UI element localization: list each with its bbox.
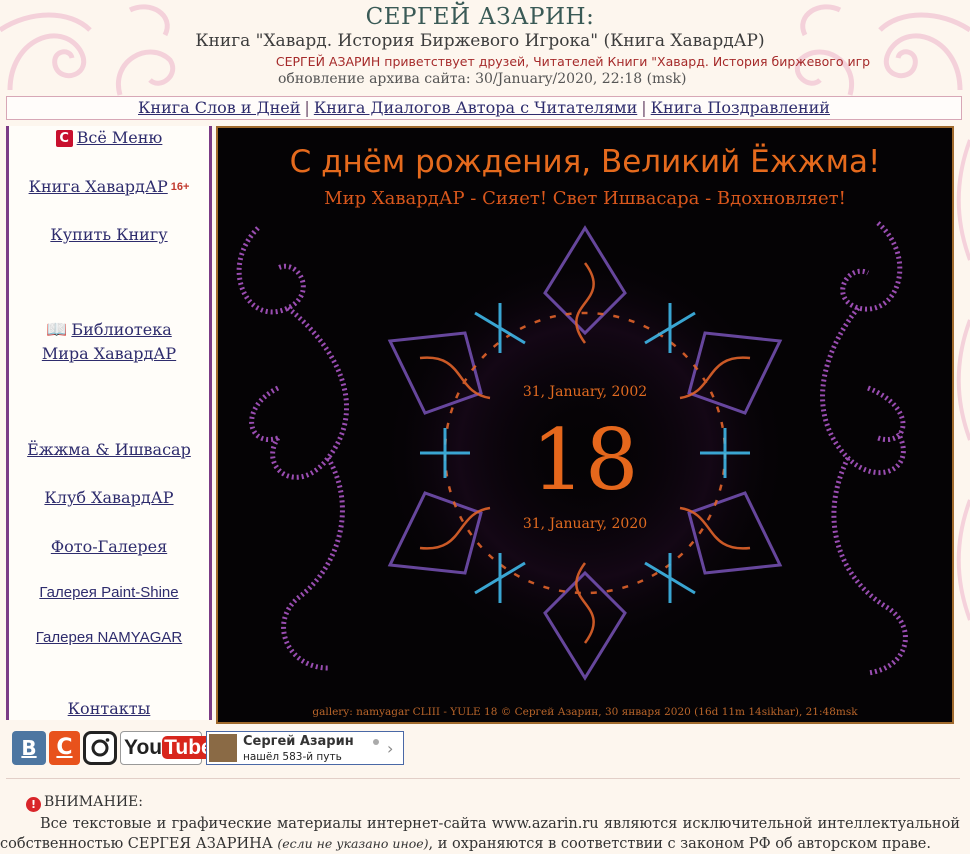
nav-separator: | bbox=[304, 98, 310, 117]
warning-icon: ! bbox=[26, 797, 41, 812]
sidebar-item-label: Библиотека bbox=[71, 320, 172, 339]
sidebar-item-namyagar[interactable]: Галерея NAMYAGAR bbox=[9, 626, 209, 650]
welcome-marquee-text: СЕРГЕЙ АЗАРИН приветствует друзей, Читат… bbox=[275, 54, 871, 69]
sidebar-item-photo-gallery[interactable]: Фото-Галерея bbox=[9, 535, 209, 559]
banner-subtitle: Мир ХавардАР - Сияет! Свет Ишвасара - Вд… bbox=[324, 188, 846, 209]
profile-name: Сергей Азарин bbox=[243, 734, 354, 749]
birthday-banner: С днём рождения, Великий Ёжжма! Мир Хава… bbox=[216, 126, 954, 724]
youtube-you-text: You bbox=[124, 736, 163, 759]
banner-title: С днём рождения, Великий Ёжжма! bbox=[289, 144, 881, 180]
top-navigation: Книга Слов и Дней | Книга Диалогов Автора … bbox=[6, 96, 962, 120]
open-book-icon: 📖 bbox=[46, 320, 68, 340]
sidebar-menu: С Всё Меню Книга ХавардАР 16+ Купить Книгу… bbox=[6, 126, 212, 720]
sidebar-item-club[interactable]: Клуб ХавардАР bbox=[9, 486, 209, 510]
site-subtitle: Книга "Хавард. История Биржевого Игрока"… bbox=[195, 31, 765, 51]
sidebar-item-library[interactable]: 📖 Библиотека Мира ХавардАР bbox=[9, 318, 209, 366]
sidebar-item-paint-shine[interactable]: Галерея Paint-Shine bbox=[9, 581, 209, 605]
warning-heading: ! ВНИМАНИЕ: bbox=[26, 794, 143, 812]
sidebar-item-ezhma[interactable]: Ёжжма & Ишвасар bbox=[9, 438, 209, 462]
c-site-button[interactable]: С bbox=[49, 731, 80, 765]
profile-status: нашёл 583-й путь bbox=[243, 751, 342, 763]
avatar bbox=[209, 734, 237, 762]
nav-link-words-and-days[interactable]: Книга Слов и Дней bbox=[138, 98, 300, 117]
sidebar-item-label: Мира ХавардАР bbox=[41, 344, 177, 363]
sidebar-item-contacts[interactable]: Контакты bbox=[9, 697, 209, 721]
sidebar-item-book[interactable]: Книга ХавардАР bbox=[29, 177, 168, 196]
sidebar-item-buy-book[interactable]: Купить Книгу bbox=[9, 223, 209, 247]
archive-update-text: обновление архива сайта: 30/January/2020… bbox=[278, 71, 687, 87]
online-dot-icon bbox=[373, 739, 379, 745]
vk-button[interactable]: В bbox=[12, 731, 46, 765]
banner-start-date: 31, January, 2002 bbox=[522, 384, 648, 400]
banner-anniversary-number: 18 bbox=[531, 411, 639, 509]
warning-heading-text: ВНИМАНИЕ: bbox=[44, 794, 143, 810]
nav-link-dialogues[interactable]: Книга Диалогов Автора с Читателями bbox=[314, 98, 637, 117]
youtube-button[interactable]: YouTube bbox=[120, 731, 215, 765]
sidebar-item-all-menu[interactable]: С Всё Меню bbox=[9, 126, 209, 150]
site-title: СЕРГЕЙ АЗАРИН: bbox=[365, 4, 595, 30]
welcome-marquee: СЕРГЕЙ АЗАРИН приветствует друзей, Читат… bbox=[264, 51, 882, 69]
nav-separator: | bbox=[641, 98, 647, 117]
age-rating-badge: 16+ bbox=[170, 181, 190, 193]
chevron-right-icon: › bbox=[387, 739, 394, 758]
youtube-icon: YouTube bbox=[124, 734, 215, 762]
nav-link-congratulations[interactable]: Книга Поздравлений bbox=[651, 98, 830, 117]
banner-end-date: 31, January, 2020 bbox=[522, 516, 648, 532]
c-logo-icon: С bbox=[55, 130, 73, 147]
instagram-button[interactable] bbox=[83, 731, 117, 765]
site-header: СЕРГЕЙ АЗАРИН: Книга "Хавард. История Би… bbox=[0, 0, 970, 96]
divider bbox=[6, 778, 960, 779]
banner-caption: gallery: namyagar CLIII - YULE 18 © Серг… bbox=[312, 706, 858, 718]
notice-note: (если не указано иное) bbox=[277, 836, 429, 851]
instagram-icon bbox=[91, 738, 110, 757]
sidebar-item-book-wrap: Книга ХавардАР 16+ bbox=[9, 175, 209, 199]
profile-widget[interactable]: Сергей Азарин нашёл 583-й путь › bbox=[206, 731, 404, 765]
notice-text-end: , и охраняются в соответствии с законом … bbox=[428, 836, 931, 852]
side-ornament-right bbox=[956, 139, 970, 621]
sidebar-item-label: Всё Меню bbox=[76, 128, 163, 147]
copyright-notice: Все текстовые и графические материалы ин… bbox=[0, 814, 960, 854]
